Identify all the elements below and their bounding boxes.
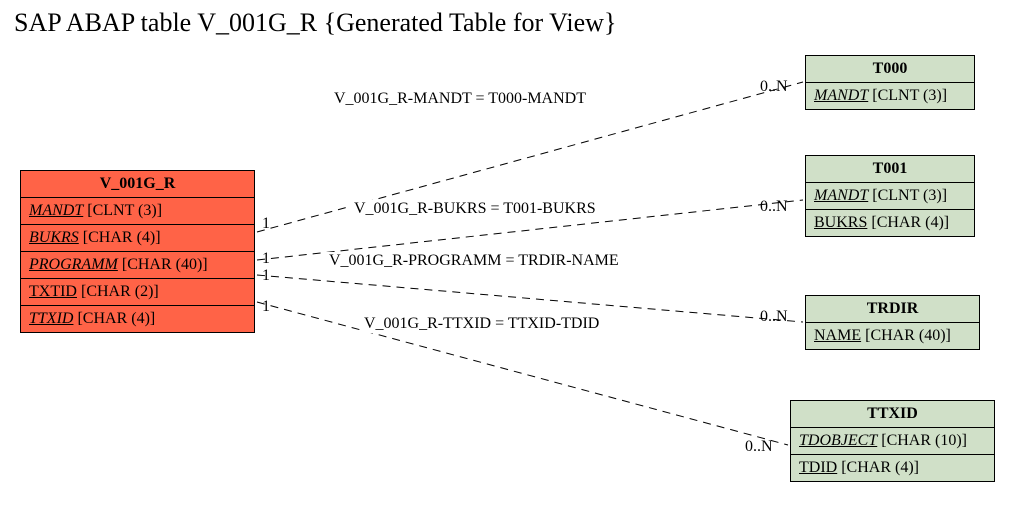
entity-main-field: BUKRS [CHAR (4)] (21, 225, 254, 252)
cardinality-left: 1 (262, 298, 270, 316)
relation-label: V_001G_R-TTXID = TTXID-TDID (360, 315, 603, 333)
entity-t000: T000 MANDT [CLNT (3)] (805, 55, 975, 110)
entity-ttxid-header: TTXID (791, 401, 994, 428)
entity-main-header: V_001G_R (21, 171, 254, 198)
entity-trdir-field: NAME [CHAR (40)] (806, 323, 979, 349)
relation-label: V_001G_R-PROGRAMM = TRDIR-NAME (325, 252, 623, 270)
entity-trdir: TRDIR NAME [CHAR (40)] (805, 295, 980, 350)
entity-t000-header: T000 (806, 56, 974, 83)
cardinality-left: 1 (262, 250, 270, 268)
entity-t001-field: BUKRS [CHAR (4)] (806, 210, 974, 236)
cardinality-left: 1 (262, 267, 270, 285)
cardinality-right: 0..N (745, 438, 773, 456)
entity-main-field: MANDT [CLNT (3)] (21, 198, 254, 225)
cardinality-right: 0..N (760, 308, 788, 326)
entity-t001-header: T001 (806, 156, 974, 183)
entity-ttxid: TTXID TDOBJECT [CHAR (10)] TDID [CHAR (4… (790, 400, 995, 482)
entity-t001-field: MANDT [CLNT (3)] (806, 183, 974, 210)
entity-t001: T001 MANDT [CLNT (3)] BUKRS [CHAR (4)] (805, 155, 975, 237)
entity-main: V_001G_R MANDT [CLNT (3)] BUKRS [CHAR (4… (20, 170, 255, 333)
cardinality-right: 0..N (760, 198, 788, 216)
page-title: SAP ABAP table V_001G_R {Generated Table… (14, 8, 616, 38)
entity-ttxid-field: TDOBJECT [CHAR (10)] (791, 428, 994, 455)
entity-trdir-header: TRDIR (806, 296, 979, 323)
entity-main-field: TTXID [CHAR (4)] (21, 306, 254, 332)
entity-ttxid-field: TDID [CHAR (4)] (791, 455, 994, 481)
cardinality-right: 0..N (760, 78, 788, 96)
entity-t000-field: MANDT [CLNT (3)] (806, 83, 974, 109)
relation-label: V_001G_R-BUKRS = T001-BUKRS (350, 200, 600, 218)
relation-label: V_001G_R-MANDT = T000-MANDT (330, 90, 590, 108)
entity-main-field: PROGRAMM [CHAR (40)] (21, 252, 254, 279)
cardinality-left: 1 (262, 215, 270, 233)
entity-main-field: TXTID [CHAR (2)] (21, 279, 254, 306)
